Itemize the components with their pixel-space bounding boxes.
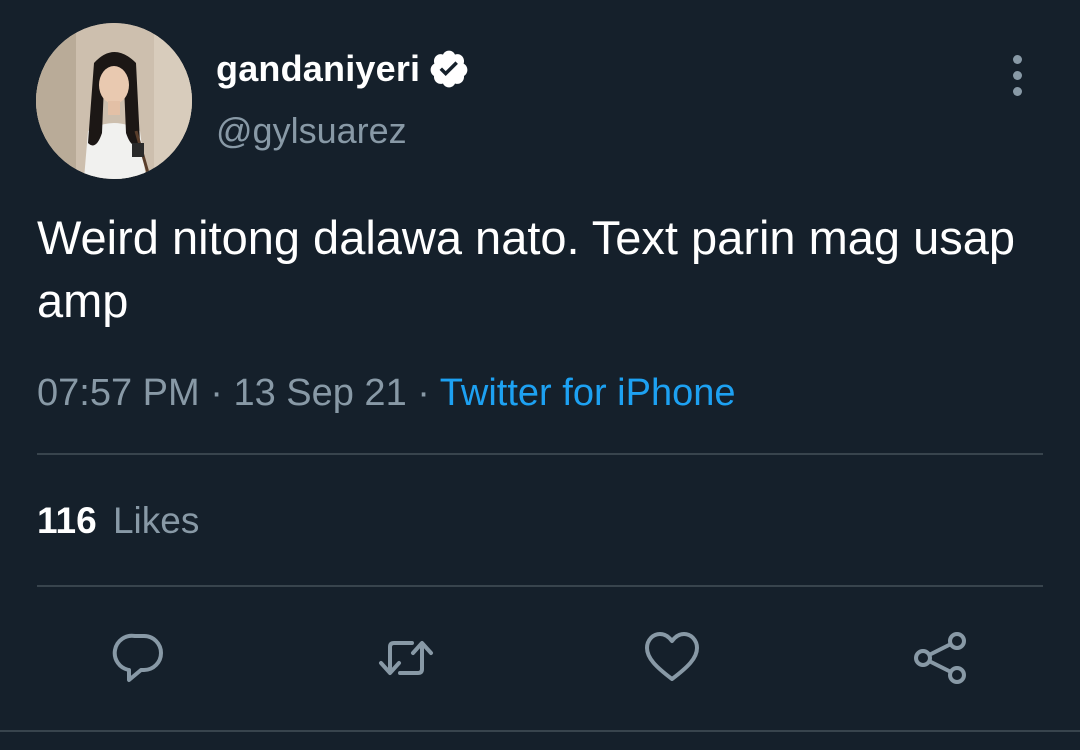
tweet-meta: 07:57 PM · 13 Sep 21 · Twitter for iPhon… (37, 372, 735, 415)
retweet-button[interactable] (376, 628, 436, 688)
more-dot-icon (1012, 70, 1022, 80)
verified-badge-icon (428, 48, 470, 90)
divider (0, 730, 1080, 732)
likes-count-link[interactable]: 116 Likes (37, 500, 199, 542)
like-icon (645, 632, 699, 681)
more-options-button[interactable] (996, 50, 1038, 100)
like-button[interactable] (642, 628, 702, 688)
meta-separator: · (210, 372, 223, 414)
display-name[interactable]: gandaniyeri (216, 48, 420, 90)
tweet-time: 07:57 PM (37, 372, 200, 414)
more-dot-icon (1012, 54, 1022, 64)
user-handle[interactable]: @gylsuarez (216, 110, 407, 152)
retweet-icon (379, 641, 433, 675)
avatar[interactable] (36, 23, 192, 179)
likes-count: 116 (37, 500, 97, 541)
display-name-row: gandaniyeri (216, 44, 470, 94)
tweet-date: 13 Sep 21 (233, 372, 407, 414)
reply-button[interactable] (110, 628, 170, 688)
tweet-text: Weird nitong dalawa nato. Text parin mag… (37, 211, 1016, 327)
profile-photo-icon (36, 23, 192, 179)
more-dot-icon (1012, 86, 1022, 96)
divider (37, 453, 1043, 455)
share-icon (914, 632, 966, 684)
share-button[interactable] (910, 628, 970, 688)
tweet-source-link[interactable]: Twitter for iPhone (440, 372, 736, 414)
reply-icon (112, 633, 163, 682)
tweet-detail: gandaniyeri @gylsuarez Weird nitong dala… (0, 0, 1080, 750)
divider (37, 585, 1043, 587)
meta-separator: · (417, 372, 430, 414)
likes-label: Likes (112, 500, 200, 541)
